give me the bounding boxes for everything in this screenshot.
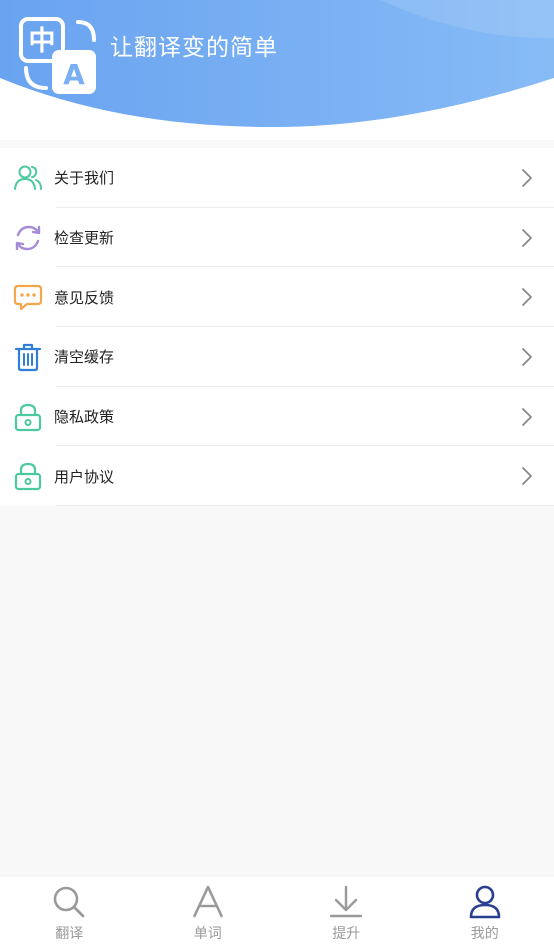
refresh-icon bbox=[15, 225, 41, 250]
chevron-right-icon bbox=[522, 288, 532, 307]
menu-item-user-agreement[interactable]: 用户协议 bbox=[0, 446, 554, 507]
lock-icon bbox=[14, 403, 42, 431]
chevron-right-icon bbox=[522, 407, 532, 426]
menu-item-label: 隐私政策 bbox=[54, 408, 115, 427]
logo-cn-glyph: 中 bbox=[29, 26, 56, 57]
translate-logo-icon: 中 A bbox=[19, 17, 96, 94]
tab-label: 翻译 bbox=[55, 926, 84, 942]
trash-icon bbox=[14, 343, 42, 372]
menu-item-label: 清空缓存 bbox=[54, 348, 115, 367]
logo-en-glyph: A bbox=[63, 58, 85, 91]
tab-words[interactable]: 单词 bbox=[139, 877, 278, 952]
menu-item-check-update[interactable]: 检查更新 bbox=[0, 208, 554, 268]
menu-item-label: 检查更新 bbox=[54, 229, 115, 248]
menu-item-label: 用户协议 bbox=[54, 467, 115, 486]
tab-improve[interactable]: 提升 bbox=[277, 877, 416, 952]
letter-a-icon bbox=[192, 885, 223, 918]
tab-label: 提升 bbox=[332, 926, 361, 942]
tab-label: 我的 bbox=[470, 926, 499, 942]
bottom-tab-bar: 翻译 单词 提升 我的 bbox=[0, 877, 554, 952]
download-icon bbox=[330, 885, 363, 918]
menu-item-about-us[interactable]: 关于我们 bbox=[0, 148, 554, 208]
chat-icon bbox=[13, 285, 43, 311]
menu-item-feedback[interactable]: 意见反馈 bbox=[0, 267, 554, 328]
menu-item-label: 意见反馈 bbox=[54, 288, 115, 307]
menu-item-label: 关于我们 bbox=[54, 169, 115, 188]
header: 中 A 让翻译变的简单 bbox=[0, 0, 554, 140]
tab-translate[interactable]: 翻译 bbox=[0, 877, 139, 952]
menu-item-clear-cache[interactable]: 清空缓存 bbox=[0, 327, 554, 387]
tab-label: 单词 bbox=[193, 926, 222, 942]
lock-icon bbox=[14, 463, 42, 491]
search-icon bbox=[53, 886, 85, 918]
chevron-right-icon bbox=[522, 228, 532, 247]
tab-mine[interactable]: 我的 bbox=[416, 877, 554, 952]
chevron-right-icon bbox=[522, 348, 532, 366]
settings-menu: 关于我们 检查更新 意见反馈 清空缓存 隐私政策 用户协议 bbox=[0, 148, 554, 507]
user-icon bbox=[469, 885, 501, 919]
divider bbox=[56, 505, 554, 507]
app-root: 中 A 让翻译变的简单 关于我们 检查更新 意见反馈 清空缓存 隐私政策 用户协… bbox=[0, 0, 554, 952]
chevron-right-icon bbox=[522, 168, 532, 187]
app-slogan: 让翻译变的简单 bbox=[110, 35, 278, 61]
menu-item-privacy-policy[interactable]: 隐私政策 bbox=[0, 387, 554, 447]
users-icon bbox=[14, 165, 42, 190]
chevron-right-icon bbox=[522, 467, 532, 486]
